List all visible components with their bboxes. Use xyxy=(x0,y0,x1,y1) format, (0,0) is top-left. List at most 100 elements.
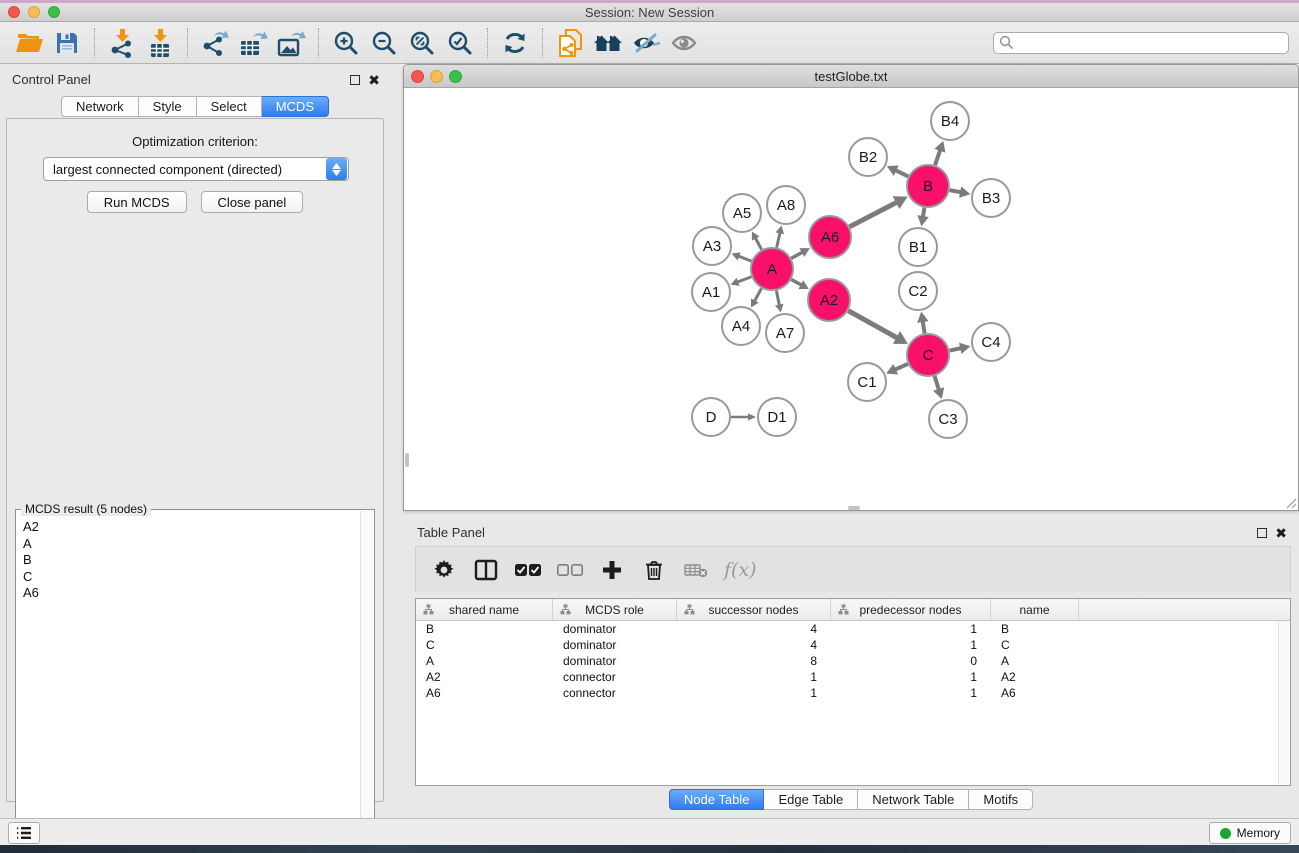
graph-node-B4[interactable]: B4 xyxy=(931,102,969,140)
select-all-checkboxes-icon[interactable] xyxy=(510,552,546,588)
edge-A-A7[interactable] xyxy=(776,291,779,306)
column-view-icon[interactable] xyxy=(468,552,504,588)
table-row[interactable]: A6connector11A6 xyxy=(416,685,1290,701)
edge-A-A2[interactable] xyxy=(791,280,801,286)
duplicate-network-icon[interactable] xyxy=(551,25,589,61)
edge-B-B2[interactable] xyxy=(895,170,908,176)
minimize-window-button[interactable] xyxy=(28,6,40,18)
edge-C-C1[interactable] xyxy=(895,364,908,370)
canvas-hscroll-thumb[interactable] xyxy=(848,506,860,510)
edge-A-A6[interactable] xyxy=(791,252,803,258)
graph-node-A6[interactable]: A6 xyxy=(809,216,851,258)
edge-A-A3[interactable] xyxy=(738,256,751,261)
graph-node-B3[interactable]: B3 xyxy=(972,179,1010,217)
tab-style[interactable]: Style xyxy=(139,96,197,117)
float-panel-icon[interactable] xyxy=(350,73,360,88)
save-session-icon[interactable] xyxy=(48,25,86,61)
search-input[interactable] xyxy=(993,32,1289,54)
result-item[interactable]: A2 xyxy=(23,519,359,536)
export-image-icon[interactable] xyxy=(272,25,310,61)
canvas-vscroll-thumb[interactable] xyxy=(405,453,409,467)
close-network-button[interactable] xyxy=(411,70,424,83)
table-row[interactable]: A2connector11A2 xyxy=(416,669,1290,685)
zoom-out-icon[interactable] xyxy=(365,25,403,61)
tab-motifs[interactable]: Motifs xyxy=(969,789,1033,810)
minimize-network-button[interactable] xyxy=(430,70,443,83)
edge-A-A8[interactable] xyxy=(777,232,780,247)
tab-network[interactable]: Network xyxy=(61,96,139,117)
graph-node-B2[interactable]: B2 xyxy=(849,138,887,176)
graph-node-A3[interactable]: A3 xyxy=(693,227,731,265)
tab-edge-table[interactable]: Edge Table xyxy=(764,789,858,810)
edge-B-B3[interactable] xyxy=(950,190,962,192)
tab-mcds[interactable]: MCDS xyxy=(262,96,329,117)
import-table-icon[interactable] xyxy=(141,25,179,61)
edge-A-A4[interactable] xyxy=(754,288,761,301)
graph-node-A2[interactable]: A2 xyxy=(808,279,850,321)
graph-node-A8[interactable]: A8 xyxy=(767,186,805,224)
function-builder-icon[interactable]: f(x) xyxy=(724,559,757,581)
optimization-criterion-select[interactable]: largest connected component (directed) xyxy=(43,157,349,181)
column-header-MCDS-role[interactable]: MCDS role xyxy=(553,599,677,620)
memory-button[interactable]: Memory xyxy=(1209,822,1291,844)
network-canvas[interactable]: B4B2BB3A5A8A6A3AA1B1C2A4A7A2CC4C1C3DD1 xyxy=(405,88,1297,510)
edge-C-C4[interactable] xyxy=(950,348,962,350)
zoom-fit-icon[interactable] xyxy=(403,25,441,61)
result-scrollbar[interactable] xyxy=(360,511,373,853)
zoom-selected-icon[interactable] xyxy=(441,25,479,61)
edge-A-A5[interactable] xyxy=(755,238,761,250)
edge-B-B4[interactable] xyxy=(935,150,940,165)
result-item[interactable]: A xyxy=(23,536,359,553)
result-item[interactable]: B xyxy=(23,552,359,569)
graph-node-C4[interactable]: C4 xyxy=(972,323,1010,361)
run-mcds-button[interactable]: Run MCDS xyxy=(87,191,187,213)
tab-select[interactable]: Select xyxy=(197,96,262,117)
graph-node-A4[interactable]: A4 xyxy=(722,307,760,345)
delete-table-icon[interactable] xyxy=(678,552,714,588)
graph-node-D[interactable]: D xyxy=(692,398,730,436)
export-table-icon[interactable] xyxy=(234,25,272,61)
refresh-icon[interactable] xyxy=(496,25,534,61)
network-window-titlebar[interactable]: testGlobe.txt xyxy=(404,65,1298,88)
close-panel-icon[interactable]: ✖ xyxy=(368,73,380,88)
edge-A-A1[interactable] xyxy=(737,277,751,282)
edge-C-C3[interactable] xyxy=(935,376,939,390)
edge-B-B1[interactable] xyxy=(923,208,925,217)
column-header-predecessor-nodes[interactable]: predecessor nodes xyxy=(831,599,991,620)
task-history-button[interactable] xyxy=(8,822,40,844)
graph-node-D1[interactable]: D1 xyxy=(758,398,796,436)
graph-node-C1[interactable]: C1 xyxy=(848,363,886,401)
table-row[interactable]: Cdominator41C xyxy=(416,637,1290,653)
graph-node-A1[interactable]: A1 xyxy=(692,273,730,311)
result-item[interactable]: A6 xyxy=(23,585,359,602)
graph-node-B[interactable]: B xyxy=(907,165,949,207)
resize-grip[interactable] xyxy=(1285,497,1297,509)
close-window-button[interactable] xyxy=(8,6,20,18)
close-table-panel-icon[interactable]: ✖ xyxy=(1275,526,1287,541)
graph-node-C3[interactable]: C3 xyxy=(929,400,967,438)
edge-A2-C[interactable] xyxy=(848,311,897,338)
table-row[interactable]: Bdominator41B xyxy=(416,621,1290,637)
table-row[interactable]: Adominator80A xyxy=(416,653,1290,669)
column-header-shared-name[interactable]: shared name xyxy=(416,599,553,620)
edge-C-C2[interactable] xyxy=(923,321,925,333)
open-session-icon[interactable] xyxy=(10,25,48,61)
delete-icon[interactable] xyxy=(636,552,672,588)
tab-network-table[interactable]: Network Table xyxy=(858,789,969,810)
float-table-panel-icon[interactable] xyxy=(1257,526,1267,541)
zoom-in-icon[interactable] xyxy=(327,25,365,61)
graph-node-C2[interactable]: C2 xyxy=(899,272,937,310)
home-icon[interactable] xyxy=(589,25,627,61)
graph-node-A5[interactable]: A5 xyxy=(723,194,761,232)
add-icon[interactable] xyxy=(594,552,630,588)
show-graphics-details-icon[interactable] xyxy=(665,25,703,61)
close-panel-button[interactable]: Close panel xyxy=(201,191,304,213)
gear-icon[interactable] xyxy=(426,552,462,588)
table-scrollbar[interactable] xyxy=(1278,621,1290,785)
hide-graphics-details-icon[interactable] xyxy=(627,25,665,61)
zoom-network-button[interactable] xyxy=(449,70,462,83)
graph-node-C[interactable]: C xyxy=(907,334,949,376)
column-header-name[interactable]: name xyxy=(991,599,1079,620)
export-network-icon[interactable] xyxy=(196,25,234,61)
graph-node-B1[interactable]: B1 xyxy=(899,228,937,266)
